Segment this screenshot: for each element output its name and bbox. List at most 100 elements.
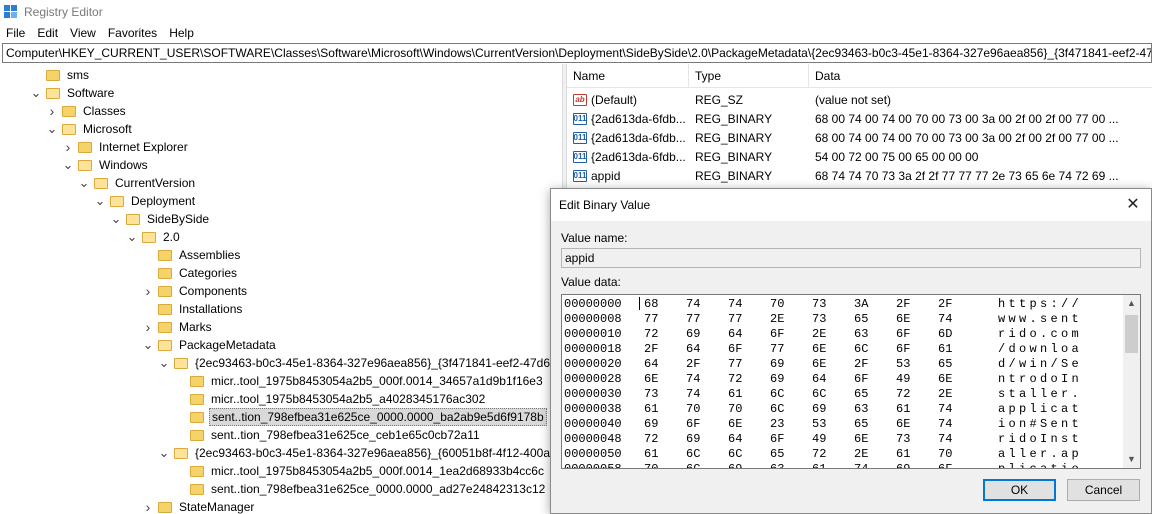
tree-node[interactable]: ⌄ CurrentVersion xyxy=(78,174,197,192)
folder-icon xyxy=(190,465,204,477)
chevron-right-icon[interactable]: › xyxy=(142,498,154,514)
chevron-down-icon[interactable]: ⌄ xyxy=(158,354,170,372)
chevron-right-icon[interactable]: › xyxy=(62,138,74,156)
menu-file[interactable]: File xyxy=(0,26,31,40)
hex-byte: 6F xyxy=(770,327,785,341)
chevron-down-icon[interactable]: ⌄ xyxy=(46,120,58,138)
chevron-down-icon[interactable]: ⌄ xyxy=(94,192,106,210)
address-bar[interactable]: Computer\HKEY_CURRENT_USER\SOFTWARE\Clas… xyxy=(2,43,1152,63)
value-row[interactable]: 011 {2ad613da-6fdb... REG_BINARY 68 00 74 0… xyxy=(567,128,1152,147)
hex-byte: 6F xyxy=(686,417,701,431)
hex-ascii: ridoInst xyxy=(998,432,1083,446)
chevron-down-icon[interactable]: ⌄ xyxy=(158,444,170,462)
column-header-name[interactable]: Name xyxy=(567,64,689,88)
ok-button[interactable]: OK xyxy=(983,479,1056,501)
tree-node[interactable]: ⌄ {2ec93463-b0c3-45e1-8364-327e96aea856}_… xyxy=(158,354,562,372)
tree-node[interactable]: ⌄ PackageMetadata xyxy=(142,336,278,354)
value-name-cell: 011 {2ad613da-6fdb... xyxy=(567,112,689,126)
tree-node[interactable]: ⌄ Deployment xyxy=(94,192,197,210)
tree-node[interactable]: ⌄ Microsoft xyxy=(46,120,134,138)
tree-node[interactable]: ⌄ 2.0 xyxy=(126,228,182,246)
hex-byte: 64 xyxy=(728,327,743,341)
folder-icon xyxy=(190,483,204,495)
tree-node[interactable]: Assemblies xyxy=(142,246,242,264)
value-type-cell: REG_SZ xyxy=(695,92,744,107)
tree-node-label: micr..tool_1975b8453054a2b5_000f.0014_34… xyxy=(211,374,543,388)
menu-help[interactable]: Help xyxy=(163,26,200,40)
chevron-down-icon[interactable]: ⌄ xyxy=(142,336,154,354)
tree-node-label: StateManager xyxy=(179,500,255,514)
tree-node[interactable]: sms xyxy=(30,66,91,84)
value-row[interactable]: ab (Default) REG_SZ (value not set) xyxy=(567,90,1152,109)
hex-byte: 74 xyxy=(686,372,701,386)
tree-node[interactable]: Installations xyxy=(142,300,244,318)
value-name: {2ad613da-6fdb... xyxy=(591,149,686,164)
hex-row: 00000058 70 6C 69 63 61 74 69 6F plicatio xyxy=(562,462,1122,469)
column-header-type[interactable]: Type xyxy=(689,64,809,88)
folder-icon xyxy=(174,357,188,369)
value-row[interactable]: 011 appid REG_BINARY 68 74 74 70 73 3a 2f 2… xyxy=(567,166,1152,185)
chevron-right-icon[interactable]: › xyxy=(46,102,58,120)
chevron-right-icon[interactable]: › xyxy=(142,318,154,336)
folder-icon xyxy=(158,249,172,261)
hex-byte: 77 xyxy=(728,357,743,371)
scroll-up-icon[interactable]: ▲ xyxy=(1123,295,1140,312)
chevron-down-icon[interactable]: ⌄ xyxy=(78,174,90,192)
menu-view[interactable]: View xyxy=(64,26,102,40)
value-row[interactable]: 011 {2ad613da-6fdb... REG_BINARY 54 00 72 0… xyxy=(567,147,1152,166)
hex-byte: 74 xyxy=(686,387,701,401)
list-header: Name Type Data xyxy=(567,64,1152,88)
hex-byte: 69 xyxy=(728,462,743,469)
tree-node[interactable]: ⌄ {2ec93463-b0c3-45e1-8364-327e96aea856}_… xyxy=(158,444,562,462)
tree-node[interactable]: ⌄ SideBySide xyxy=(110,210,211,228)
hex-byte: 69 xyxy=(812,402,827,416)
tree-node[interactable]: sent..tion_798efbea31e625ce_0000.0000_ad… xyxy=(174,480,547,498)
hex-scrollbar[interactable]: ▲ ▼ xyxy=(1123,295,1140,468)
string-value-icon: ab xyxy=(573,93,587,106)
tree-node-label: Software xyxy=(67,86,115,100)
tree-node-label: Microsoft xyxy=(83,122,132,136)
menu-favorites[interactable]: Favorites xyxy=(102,26,163,40)
chevron-down-icon[interactable]: ⌄ xyxy=(62,156,74,174)
chevron-down-icon[interactable]: ⌄ xyxy=(30,84,42,102)
tree-node[interactable]: micr..tool_1975b8453054a2b5_000f.0014_1e… xyxy=(174,462,546,480)
tree-node[interactable]: ⌄ Windows xyxy=(62,156,150,174)
tree-node[interactable]: › Marks xyxy=(142,318,214,336)
folder-icon xyxy=(190,393,204,405)
folder-icon xyxy=(158,303,172,315)
hex-byte: 69 xyxy=(686,327,701,341)
dialog-title-bar: Edit Binary Value xyxy=(551,189,1151,221)
scroll-thumb[interactable] xyxy=(1125,315,1138,353)
tree-node[interactable]: micr..tool_1975b8453054a2b5_000f.0014_34… xyxy=(174,372,545,390)
tree-node-label: 2.0 xyxy=(163,230,180,244)
tree-node[interactable]: › Components xyxy=(142,282,249,300)
value-data-hex-editor[interactable]: 00000000 68 74 74 70 73 3A 2F 2F https://00000008… xyxy=(561,294,1141,469)
tree-node[interactable]: › StateManager xyxy=(142,498,256,514)
tree-node-label: {2ec93463-b0c3-45e1-8364-327e96aea856}_{… xyxy=(195,356,562,370)
cancel-button[interactable]: Cancel xyxy=(1067,479,1140,501)
value-name-cell: 011 appid xyxy=(567,169,689,183)
tree-node[interactable]: sent..tion_798efbea31e625ce_0000.0000_ba… xyxy=(174,408,547,426)
title-bar: Registry Editor xyxy=(0,0,1152,24)
tree-node[interactable]: › Classes xyxy=(46,102,128,120)
chevron-down-icon[interactable]: ⌄ xyxy=(126,228,138,246)
column-header-data[interactable]: Data xyxy=(809,64,1152,88)
hex-byte: 2F xyxy=(644,342,659,356)
close-icon[interactable]: ✕ xyxy=(1123,195,1143,215)
tree-node[interactable]: sent..tion_798efbea31e625ce_ceb1e65c0cb7… xyxy=(174,426,482,444)
tree-node[interactable]: micr..tool_1975b8453054a2b5_a4028345176a… xyxy=(174,390,487,408)
chevron-right-icon[interactable]: › xyxy=(142,282,154,300)
tree-node[interactable]: ⌄ Software xyxy=(30,84,116,102)
chevron-down-icon[interactable]: ⌄ xyxy=(110,210,122,228)
value-row[interactable]: 011 {2ad613da-6fdb... REG_BINARY 68 00 74 0… xyxy=(567,109,1152,128)
hex-row: 00000028 6E 74 72 69 64 6F 49 6E ntrodoIn xyxy=(562,372,1122,387)
tree-node-label: Components xyxy=(179,284,248,298)
hex-byte: 6E xyxy=(812,357,827,371)
tree-node-label: PackageMetadata xyxy=(179,338,276,352)
tree-node-label: Internet Explorer xyxy=(99,140,188,154)
scroll-down-icon[interactable]: ▼ xyxy=(1123,451,1140,468)
tree-node[interactable]: › Internet Explorer xyxy=(62,138,190,156)
tree-node[interactable]: Categories xyxy=(142,264,239,282)
menu-edit[interactable]: Edit xyxy=(31,26,64,40)
